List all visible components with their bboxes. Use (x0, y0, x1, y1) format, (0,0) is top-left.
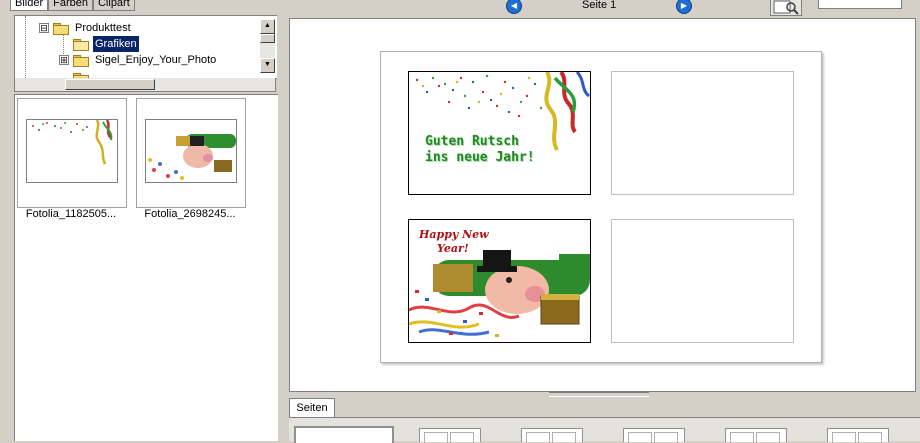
card-slot-4[interactable] (611, 219, 794, 343)
scroll-down-icon[interactable]: ▼ (260, 58, 275, 73)
thumbnail-card[interactable] (136, 98, 246, 208)
print-sheet: Guten Rutsch ins neue Jahr! Happy New Ye… (380, 51, 822, 363)
zoom-button[interactable] (770, 0, 802, 16)
library-tabs: Bilder Farben Clipart (10, 0, 135, 11)
tab-clipart[interactable]: Clipart (92, 0, 135, 11)
preview-splitter[interactable] (289, 391, 914, 397)
folder-icon (53, 22, 69, 35)
folder-icon (73, 54, 89, 67)
thumbnail-image-confetti (26, 119, 118, 183)
previous-page-button[interactable]: ◀ (506, 0, 522, 14)
greeting-text: Guten Rutsch ins neue Jahr! (425, 134, 535, 165)
tab-seiten[interactable]: Seiten (289, 398, 335, 417)
tree-scrollbar[interactable]: ▲ ▼ (260, 19, 275, 73)
tab-farben[interactable]: Farben (48, 0, 93, 11)
confetti-artwork (415, 72, 590, 151)
magnifier-icon (773, 0, 799, 15)
next-page-button[interactable]: ▶ (676, 0, 692, 14)
page-preview: Guten Rutsch ins neue Jahr! Happy New Ye… (289, 18, 916, 392)
thumbnail-caption: Fotolia_1182505... (25, 208, 117, 220)
thumbnail-caption: Fotolia_2698245... (144, 208, 236, 220)
tree-connector (25, 16, 26, 78)
page-thumbnail[interactable] (294, 426, 394, 443)
scroll-up-icon[interactable]: ▲ (260, 19, 275, 34)
hscroll-thumb[interactable] (65, 79, 155, 90)
card-slot-3[interactable]: Happy New Year! (408, 219, 591, 343)
expand-icon[interactable]: ⊞ (59, 55, 69, 65)
page-thumbnails-strip (289, 417, 920, 443)
panel-splitter[interactable] (280, 0, 286, 440)
folder-tree: ⊟ Produkttest Grafiken ⊞ Sigel_Enjoy_You… (14, 15, 277, 79)
splitter-grip[interactable] (549, 392, 649, 397)
greeting-text: Happy New Year! (419, 228, 489, 255)
thumbnail-image-pig (145, 119, 237, 183)
page-indicator: Seite 1 (582, 0, 617, 11)
image-thumbnails-panel: Fotolia_1182505... Fotolia_2698245... (14, 94, 278, 441)
tree-item-label: Grafiken (93, 36, 139, 52)
collapse-icon[interactable]: ⊟ (39, 23, 49, 33)
card-slot-2[interactable] (611, 71, 794, 195)
tree-hscrollbar[interactable] (14, 78, 276, 92)
zoom-input[interactable] (818, 0, 902, 9)
tree-item-label: Produkttest (75, 22, 131, 34)
tree-item-label: Sigel_Enjoy_Your_Photo (95, 54, 217, 66)
open-folder-icon (73, 38, 89, 51)
scroll-thumb[interactable] (260, 34, 275, 43)
tab-bilder[interactable]: Bilder (10, 0, 49, 11)
thumbnail-card[interactable] (17, 98, 127, 208)
card-slot-1[interactable]: Guten Rutsch ins neue Jahr! (408, 71, 591, 195)
